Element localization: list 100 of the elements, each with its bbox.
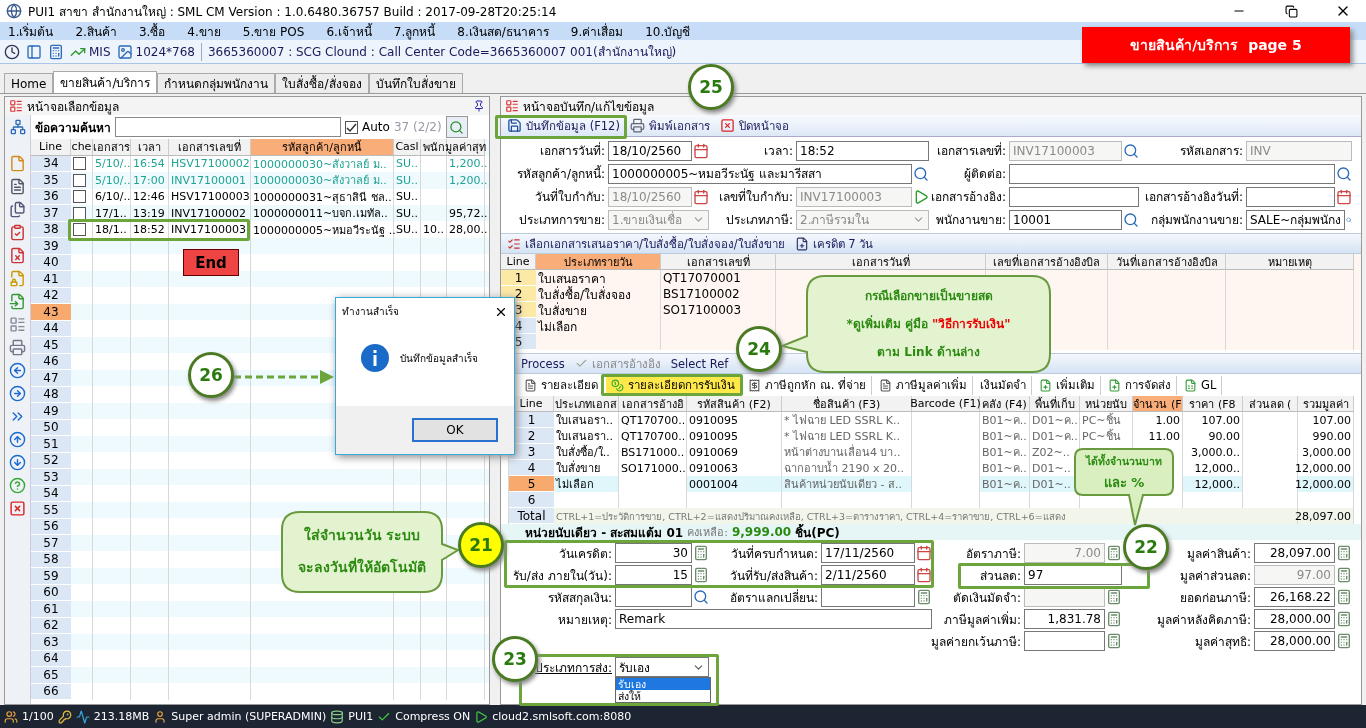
line-number: 65 <box>31 667 71 684</box>
field-label: เอกสารอ้างอิง: <box>930 189 1007 206</box>
column-header[interactable]: พื้นที่เก็บ <box>1030 396 1080 412</box>
column-header[interactable]: หมายเหตุ <box>1226 254 1354 270</box>
table-cell: 0910095 <box>687 428 782 444</box>
input-field[interactable]: 2/11/2560 <box>821 565 915 585</box>
field-label: เอกสารอ้างอิงวันที่: <box>1144 187 1244 206</box>
column-header[interactable]: Barcode (F1) <box>912 396 980 412</box>
column-header[interactable]: ชื่อสินค้า (F3) <box>782 396 912 412</box>
table-cell: 1000000031~สุธาสินี ชล.. <box>251 188 394 205</box>
menu-item[interactable]: 1.เริ่มต้น <box>8 21 54 41</box>
input-field[interactable]: 1,831.78 <box>1024 609 1105 629</box>
column-header[interactable]: ส่วนลด ( <box>1243 396 1298 412</box>
menu-item[interactable]: 2.สินค้า <box>75 21 117 41</box>
table-cell: 12,000.00 <box>1298 476 1354 492</box>
tab[interactable]: ขายสินค้า/บริการ <box>53 71 158 93</box>
input-field[interactable]: SALE~กลุ่มพนักง <box>1246 209 1346 230</box>
input-field[interactable]: 17/11/2560 <box>821 543 915 563</box>
search-label: ข้อความค้นหา <box>35 119 111 137</box>
column-header[interactable]: รวมมูลค่า <box>1298 396 1354 412</box>
column-header[interactable]: จำนวน (F <box>1133 396 1183 412</box>
input-field[interactable]: 28,000.00 <box>1254 609 1335 629</box>
tab[interactable]: บันทึกใบสั่งขาย <box>368 73 463 93</box>
column-header[interactable]: หน่วยนับ <box>1080 396 1133 412</box>
column-header[interactable]: รหัสลูกค้า/ลูกหนี้ <box>251 139 394 156</box>
tab[interactable]: ใบสั่งซื้อ/สั่งจอง <box>275 73 369 93</box>
input-field[interactable]: 28,000.00 <box>1254 631 1335 651</box>
select-documents-button[interactable]: เลือกเอกสารเสนอราคา/ใบสั่งซื้อ/ใบสั่งจอง/ใบสั่งขาย <box>507 234 785 253</box>
table-cell: 1,200.. <box>447 155 485 172</box>
column-header[interactable]: เวลา <box>131 139 169 156</box>
column-header[interactable]: เอกสารเลขที่ <box>169 139 251 156</box>
column-header[interactable]: ประเภทเอกส <box>554 396 619 412</box>
column-header[interactable]: ราคา (F8 <box>1183 396 1243 412</box>
menu-item[interactable]: 7.ลูกหนี้ <box>393 21 436 41</box>
table-cell: 1000000030~สังวาลย์ ม.. <box>251 155 394 172</box>
input-field[interactable]: 30 <box>615 543 692 563</box>
input-field[interactable]: 10001 <box>1009 209 1122 230</box>
column-header[interactable]: Line <box>31 139 71 156</box>
table-cell: ใบสั่งซื้อ/ใ.. <box>554 444 619 460</box>
close-button[interactable]: ปิดหน้าจอ <box>719 116 789 135</box>
column-header[interactable]: เอกสารวันที่ <box>776 254 986 270</box>
callout-text: กรณีเลือกขายเป็นขายสด <box>863 287 994 305</box>
dropdown-field[interactable]: รับเอง <box>615 657 709 677</box>
menu-item[interactable]: 8.เงินสด/ธนาคาร <box>457 21 549 41</box>
menu-item[interactable]: 4.ขาย <box>187 21 221 41</box>
menu-item[interactable]: 3.ซื้อ <box>138 21 166 41</box>
column-header[interactable]: Line <box>501 254 536 270</box>
input-field[interactable]: 28,097.00 <box>1254 543 1335 563</box>
input-field[interactable]: 1000000005~หมอวีระนัฐ และมารีสสา <box>608 163 912 184</box>
column-header[interactable]: มูลค่าสุท <box>447 139 485 156</box>
tab[interactable]: เงินมัดจำ <box>974 375 1032 395</box>
field-label: วันเครดิต: <box>558 545 613 563</box>
column-header[interactable]: เลขที่เอกสารอ้างอิงบิล <box>986 254 1108 270</box>
input-field[interactable]: 15 <box>615 565 692 585</box>
menu-item[interactable]: 9.ค่าเสื่อม <box>570 21 624 41</box>
menu-item[interactable]: 10.บัญชี <box>645 21 691 41</box>
input-field[interactable]: Remark <box>615 609 932 629</box>
toolbar-button[interactable]: MIS <box>70 43 111 60</box>
item-name: หน่วยนับเดียว - สะสมแต้ม 01 <box>525 524 684 542</box>
table-cell: SU.. <box>394 172 421 189</box>
tab[interactable]: ภาษีมูลค่าเพิ่ม <box>873 375 973 395</box>
menu-item[interactable]: 6.เจ้าหนี้ <box>326 21 372 41</box>
table-cell: 3,000.0.. <box>1183 444 1243 460</box>
column-header[interactable]: เอกสารเลขที่ <box>661 254 776 270</box>
tab[interactable]: ภาษีถูกหัก ณ. ที่จ่าย <box>743 375 872 395</box>
server-address: cloud2.smlsoft.com:8080 <box>492 710 632 723</box>
station-name: PUI1 <box>348 710 374 723</box>
input-field[interactable]: 18/10/2560 <box>608 140 692 161</box>
tab[interactable]: รายละเอียด <box>519 375 604 395</box>
select-ref-button[interactable]: Select Ref <box>670 356 729 371</box>
tab[interactable]: เพิ่มเติม <box>1033 375 1101 395</box>
save-button[interactable]: บันทึกข้อมูล (F12) <box>507 116 620 135</box>
end-button[interactable]: End <box>183 249 239 276</box>
input-field[interactable]: 26,168.22 <box>1254 587 1335 607</box>
process-button[interactable]: Process <box>521 356 565 371</box>
tab[interactable]: การจัดส่ง <box>1102 375 1177 395</box>
column-header[interactable]: Casl <box>394 139 421 156</box>
tab[interactable]: กำหนดกลุ่มพนักงาน <box>157 73 276 93</box>
column-header[interactable]: che <box>71 139 93 156</box>
column-header[interactable]: ประเภทรายวัน <box>536 254 661 270</box>
print-button[interactable]: พิมพ์เอกสาร <box>629 116 710 135</box>
column-header[interactable]: วันที่เอกสารอ้างอิงบิล <box>1108 254 1226 270</box>
tab[interactable]: Home <box>4 73 54 93</box>
dropdown-option[interactable]: รับเอง <box>616 678 710 690</box>
menu-item[interactable]: 5.ขาย POS <box>242 21 305 41</box>
field-label: มูลค่าหลังคิดภาษี: <box>1156 611 1252 629</box>
ok-button[interactable]: OK <box>412 418 498 442</box>
column-header[interactable]: รหัสสินค้า (F2) <box>687 396 782 412</box>
column-header[interactable]: คลัง (F4) <box>980 396 1030 412</box>
step-marker: 23 <box>492 636 538 682</box>
column-header[interactable]: เอกสารอ้างอิ <box>619 396 687 412</box>
input-field[interactable]: 97 <box>1024 565 1122 585</box>
tab[interactable]: GL <box>1178 375 1223 395</box>
column-header[interactable]: เอกสาร <box>93 139 131 156</box>
table-cell: ไม่เลือก <box>554 476 619 492</box>
toolbar-button[interactable]: 1024*768 <box>116 43 195 60</box>
credit-button[interactable]: เครดิต 7 วัน <box>794 234 874 253</box>
input-field[interactable]: 18:52 <box>796 140 929 161</box>
table-cell: B01~ค.. <box>980 412 1030 428</box>
table-cell: 3,000.00 <box>1298 444 1354 460</box>
